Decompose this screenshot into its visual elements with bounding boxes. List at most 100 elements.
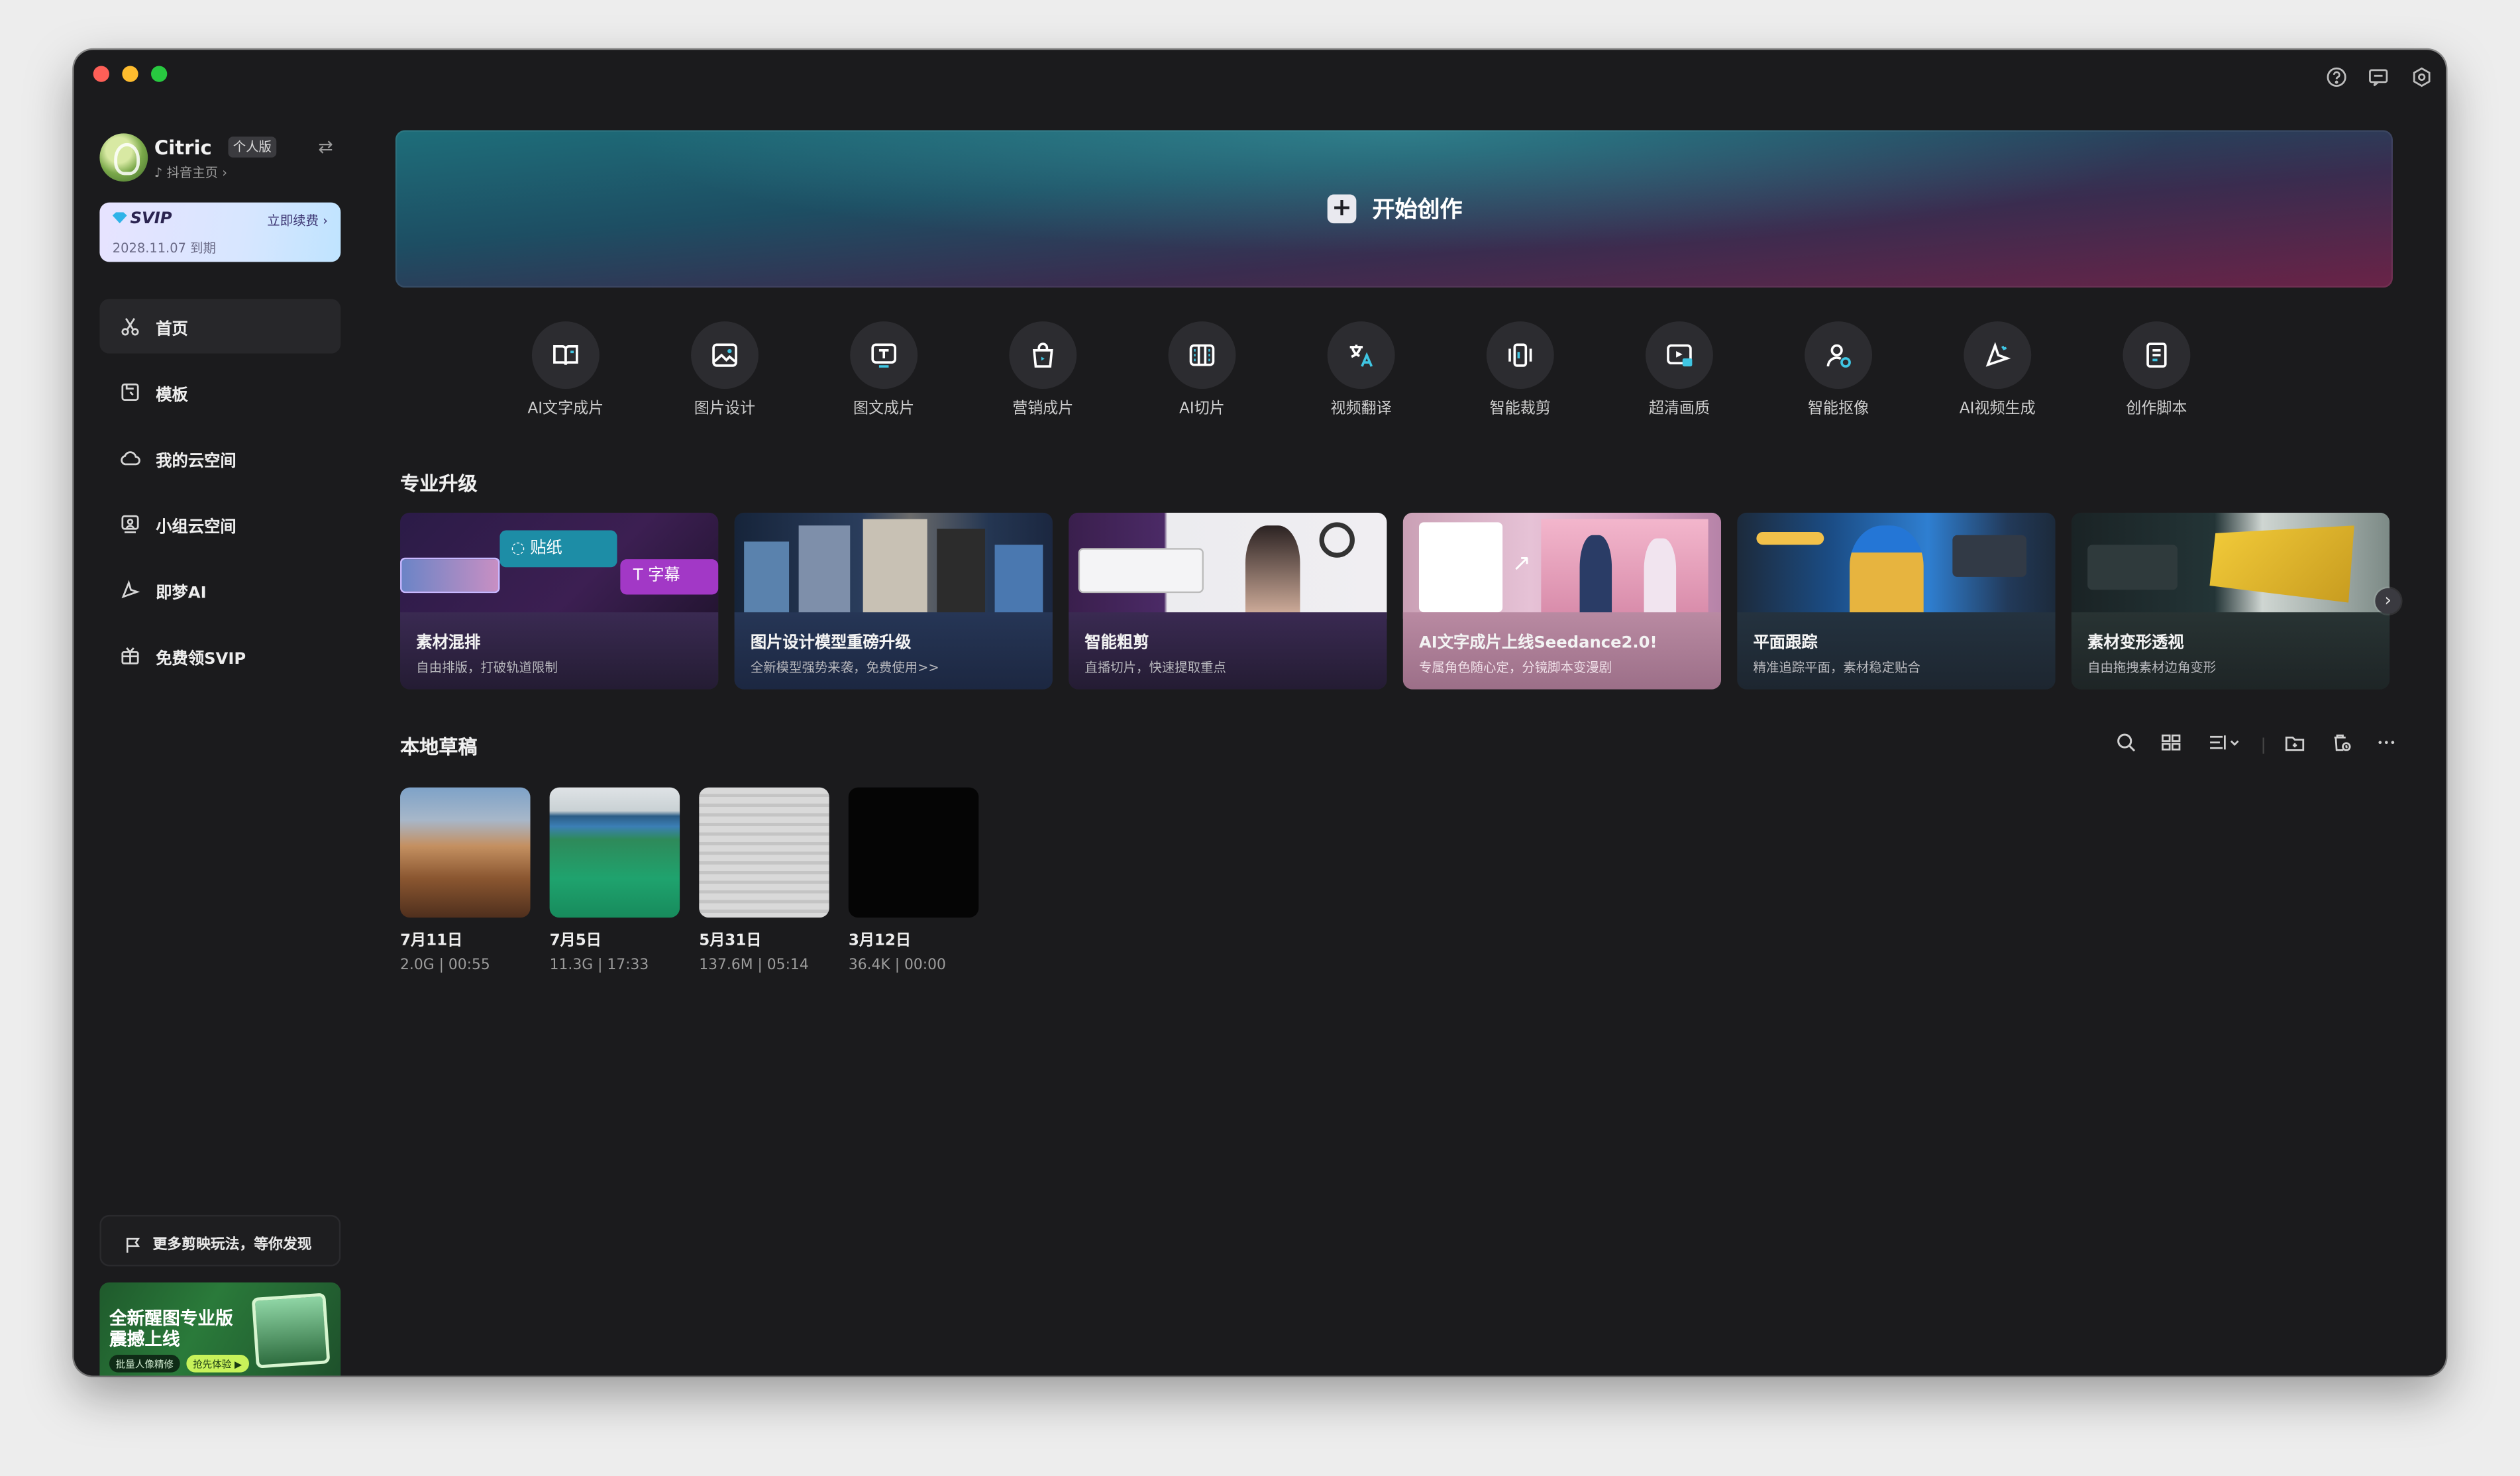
- template-icon: [119, 381, 142, 403]
- promo-try-button[interactable]: 抢先体验 ▶: [186, 1354, 248, 1373]
- switch-account-icon[interactable]: ⇄: [318, 136, 333, 158]
- draft-thumbnail: [549, 787, 680, 918]
- title-bar: [74, 50, 2446, 104]
- pro-card-smart-rough-cut[interactable]: 智能粗剪 直播切片，快速提取重点: [1069, 512, 1387, 690]
- sidebar-item-team-cloud[interactable]: 小组云空间: [99, 497, 341, 551]
- pro-card-planar-tracking[interactable]: 平面跟踪 精准追踪平面，素材稳定贴合: [1737, 512, 2056, 690]
- start-creating-button[interactable]: + 开始创作: [395, 130, 2393, 288]
- maximize-window-button[interactable]: [151, 66, 168, 82]
- sidebar-item-label: 我的云空间: [156, 452, 236, 470]
- feedback-icon[interactable]: [2367, 66, 2389, 88]
- subtitle-label-pill: T 字幕: [620, 559, 719, 595]
- tool-marketing-video[interactable]: 营销成片: [986, 321, 1099, 418]
- discover-more-label: 更多剪映玩法，等你发现: [152, 1237, 312, 1254]
- dreamina-icon: [119, 578, 142, 601]
- pro-section-title: 专业升级: [400, 472, 478, 496]
- douyin-profile-label: 抖音主页 ›: [166, 165, 228, 180]
- draft-thumbnail: [699, 787, 829, 918]
- draft-meta: 36.4K | 00:00: [848, 957, 946, 975]
- draft-item[interactable]: 7月5日 11.3G | 17:33: [549, 787, 680, 975]
- card-title: 素材变形透视: [2087, 635, 2184, 653]
- card-thumbnail: [1737, 512, 2056, 619]
- pro-card-ai-text-seedance[interactable]: ↗ AI文字成片上线Seedance2.0! 专属角色随心定，分镜脚本变漫剧: [1402, 512, 1722, 690]
- draft-item[interactable]: 5月31日 137.6M | 05:14: [699, 787, 829, 974]
- card-subtitle: 直播切片，快速提取重点: [1084, 660, 1226, 675]
- tool-ai-slice[interactable]: AI切片: [1146, 321, 1259, 418]
- ai-text-video-icon: [553, 344, 578, 366]
- close-window-button[interactable]: [93, 66, 109, 82]
- tool-hd-quality[interactable]: 超清画质: [1623, 321, 1736, 418]
- translate-icon: [1349, 344, 1373, 367]
- sidebar-item-label: 即梦AI: [156, 584, 207, 602]
- sort-icon[interactable]: [2205, 731, 2243, 754]
- ai-slice-icon: [1189, 344, 1215, 366]
- sidebar-item-dreamina[interactable]: 即梦AI: [99, 562, 341, 617]
- card-title: 图片设计模型重磅升级: [750, 635, 912, 653]
- card-title: 素材混排: [416, 635, 481, 653]
- flag-icon: [124, 1231, 143, 1253]
- hd-quality-icon: [1667, 344, 1693, 367]
- draft-meta: 11.3G | 17:33: [549, 957, 649, 975]
- tool-ai-text-video[interactable]: AI文字成片: [509, 321, 622, 418]
- team-cloud-icon: [119, 513, 142, 535]
- tool-ai-video-gen[interactable]: AI视频生成: [1941, 321, 2054, 418]
- tool-creative-script[interactable]: 创作脚本: [2101, 321, 2213, 418]
- sidebar-item-my-cloud[interactable]: 我的云空间: [99, 431, 341, 485]
- app-window: Citric 个人版 ♪ 抖音主页 › ⇄ SVIP 立即续费 › 2028.1…: [74, 50, 2446, 1376]
- user-plan-badge: 个人版: [228, 136, 277, 158]
- tool-label: 超清画质: [1648, 400, 1710, 418]
- discover-more-button[interactable]: 更多剪映玩法，等你发现: [99, 1214, 341, 1267]
- draft-date: 3月12日: [848, 931, 912, 950]
- scissors-icon: [119, 315, 142, 337]
- tool-label: 智能裁剪: [1489, 400, 1551, 418]
- grid-view-icon[interactable]: [2160, 731, 2182, 754]
- tool-smart-cutout[interactable]: 智能抠像: [1782, 321, 1895, 418]
- pro-card-mixed-layout[interactable]: ◌ 贴纸 T 字幕 素材混排 自由排版，打破轨道限制: [400, 512, 719, 690]
- renew-button[interactable]: 立即续费 ›: [267, 212, 328, 230]
- tool-label: 营销成片: [1012, 400, 1074, 418]
- draft-date: 7月11日: [400, 931, 463, 950]
- card-thumbnail: ◌ 贴纸 T 字幕: [400, 512, 719, 619]
- sidebar-item-templates[interactable]: 模板: [99, 365, 341, 419]
- sidebar-item-home[interactable]: 首页: [99, 299, 341, 354]
- draft-item[interactable]: 7月11日 2.0G | 00:55: [400, 787, 531, 974]
- promo-banner[interactable]: 全新醒图专业版 震撼上线 批量人像精修 抢先体验 ▶: [99, 1282, 341, 1376]
- tool-image-design[interactable]: 图片设计: [668, 321, 781, 418]
- svip-expiry: 2028.11.07 到期: [112, 240, 216, 256]
- settings-icon[interactable]: [2411, 66, 2433, 88]
- start-creating-label: 开始创作: [1372, 197, 1463, 224]
- tool-label: AI切片: [1179, 400, 1225, 418]
- pro-card-image-design-upgrade[interactable]: 图片设计模型重磅升级 全新模型强势来袭，免费使用>>: [734, 512, 1053, 690]
- sidebar-item-label: 免费领SVIP: [156, 650, 246, 668]
- search-icon[interactable]: [2115, 731, 2137, 754]
- sidebar: Citric 个人版 ♪ 抖音主页 › ⇄ SVIP 立即续费 › 2028.1…: [99, 127, 344, 1376]
- help-icon[interactable]: [2325, 66, 2348, 88]
- image-design-icon: [712, 343, 737, 367]
- minimize-window-button[interactable]: [122, 66, 138, 82]
- recycle-bin-icon[interactable]: [2330, 731, 2352, 754]
- tool-smart-crop[interactable]: 智能裁剪: [1464, 321, 1577, 418]
- user-name[interactable]: Citric: [154, 136, 212, 159]
- drafts-section-title: 本地草稿: [400, 736, 478, 759]
- sidebar-item-free-svip[interactable]: 免费领SVIP: [99, 628, 341, 682]
- tool-video-translate[interactable]: 视频翻译: [1305, 321, 1418, 418]
- card-title: AI文字成片上线Seedance2.0!: [1418, 635, 1657, 653]
- import-folder-icon[interactable]: [2284, 731, 2306, 754]
- tool-text-image-video[interactable]: 图文成片: [827, 321, 940, 418]
- pro-card-perspective-warp[interactable]: 素材变形透视 自由拖拽素材边角变形: [2071, 512, 2390, 690]
- tool-label: 智能抠像: [1807, 400, 1869, 418]
- svip-card[interactable]: SVIP 立即续费 › 2028.11.07 到期: [99, 202, 341, 262]
- tool-label: 创作脚本: [2126, 400, 2187, 418]
- promo-portrait-image: [251, 1292, 331, 1369]
- more-icon[interactable]: [2375, 731, 2397, 754]
- douyin-profile-link[interactable]: ♪ 抖音主页 ›: [154, 164, 227, 182]
- card-subtitle: 自由排版，打破轨道限制: [416, 660, 558, 675]
- draft-date: 5月31日: [699, 931, 762, 950]
- draft-item[interactable]: 3月12日 36.4K | 00:00: [848, 787, 979, 975]
- sidebar-item-label: 模板: [156, 386, 188, 405]
- tool-label: 图片设计: [694, 400, 756, 418]
- sidebar-item-label: 首页: [156, 320, 188, 339]
- carousel-next-button[interactable]: ›: [2375, 588, 2401, 614]
- promo-feature-pill: 批量人像精修: [109, 1354, 180, 1373]
- avatar[interactable]: [99, 133, 148, 182]
